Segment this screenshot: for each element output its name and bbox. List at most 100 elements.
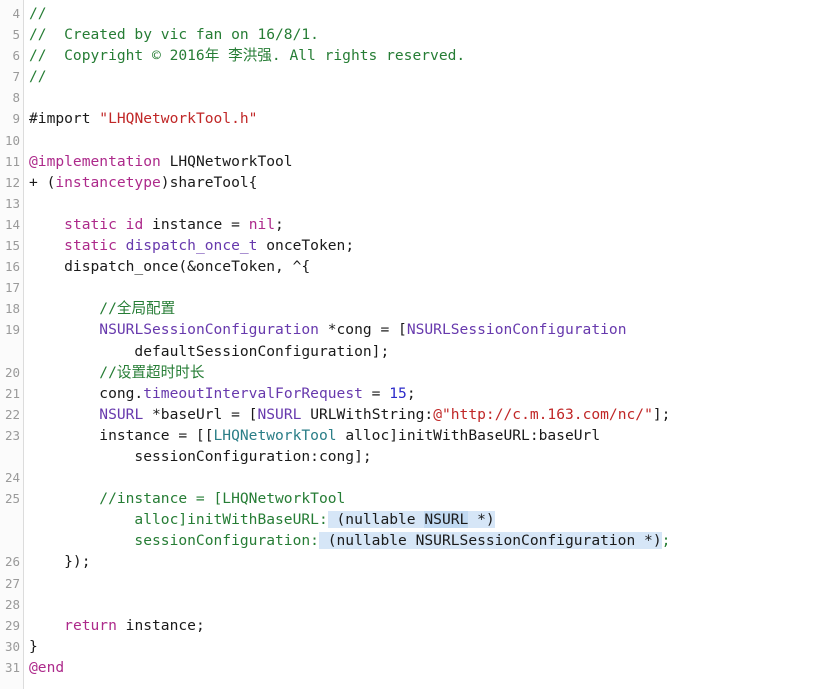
code-token-plain: *baseUrl = [: [143, 405, 258, 423]
code-token-comment: // Created by vic fan on 16/8/1.: [29, 26, 319, 44]
code-line[interactable]: NSURL *baseUrl = [NSURL URLWithString:@"…: [29, 404, 820, 425]
code-line[interactable]: #import "LHQNetworkTool.h": [29, 108, 820, 129]
code-token-plain: *cong = [: [318, 321, 407, 339]
code-token-plain: defaultSessionConfiguration];: [29, 342, 390, 360]
code-token-plain: instance;: [116, 616, 205, 634]
code-token-plain: cong.: [29, 384, 144, 402]
code-token-keyword: static: [64, 237, 117, 255]
code-line[interactable]: //instance = [LHQNetworkTool: [29, 488, 820, 509]
code-token-keyword: nil: [248, 215, 276, 233]
code-token-type: dispatch_once_t: [125, 237, 258, 255]
code-line[interactable]: // Created by vic fan on 16/8/1.: [29, 24, 820, 45]
code-line[interactable]: [29, 594, 820, 615]
code-line[interactable]: [29, 87, 820, 108]
code-token-sel: (nullable: [327, 511, 425, 529]
line-number: 15: [4, 238, 20, 254]
code-editor[interactable]: 4 5 6 7 8 9 10 11 12 13 14 15 16 17 18 19 20 21 22 23 24 25…: [0, 0, 820, 689]
line-number: 24: [4, 470, 20, 486]
code-token-sel: *): [468, 511, 495, 529]
code-token-keyword: instancetype: [55, 173, 161, 191]
code-line[interactable]: @end: [29, 657, 820, 678]
line-number: 10: [4, 132, 20, 148]
code-token-type: NSURL: [99, 405, 144, 423]
code-line[interactable]: dispatch_once(&onceToken, ^{: [29, 256, 820, 277]
code-line-continuation[interactable]: sessionConfiguration:cong];: [29, 446, 820, 467]
code-line[interactable]: //全局配置: [29, 298, 820, 319]
code-token-plain: instance = [[: [29, 426, 214, 444]
code-token-plain: )shareTool{: [160, 173, 258, 191]
code-token-plain: onceToken;: [257, 237, 355, 255]
code-line[interactable]: NSURLSessionConfiguration *cong = [NSURL…: [29, 319, 820, 340]
code-token-type: NSURLSessionConfiguration: [406, 321, 627, 339]
code-line[interactable]: [29, 193, 820, 214]
code-token-plain: URLWithString:: [301, 405, 434, 423]
code-line[interactable]: + (instancetype)shareTool{: [29, 172, 820, 193]
code-token-keyword: @end: [29, 658, 65, 676]
code-token-plain: }: [29, 637, 38, 655]
code-line[interactable]: static dispatch_once_t onceToken;: [29, 235, 820, 256]
code-line[interactable]: //: [29, 3, 820, 24]
line-number: 11: [4, 153, 20, 169]
code-token-comment: //: [29, 5, 47, 22]
code-token-comment: //全局配置: [29, 300, 176, 318]
code-token-keyword: id: [125, 215, 144, 233]
code-token-string: "LHQNetworkTool.h": [99, 110, 258, 128]
code-line-continuation[interactable]: sessionConfiguration: (nullable NSURLSes…: [29, 530, 820, 551]
code-token-keyword: return: [64, 616, 117, 634]
code-line[interactable]: [29, 130, 820, 151]
line-number: 27: [4, 575, 20, 591]
line-number: 19: [4, 322, 20, 338]
code-line[interactable]: instance = [[LHQNetworkTool alloc]initWi…: [29, 425, 820, 446]
code-token-pre: #import: [29, 110, 100, 128]
code-token-comment: alloc]initWithBaseURL:: [29, 511, 328, 529]
code-token-plain: =: [362, 384, 390, 402]
line-number: 17: [4, 280, 20, 296]
line-number: 5: [12, 27, 20, 43]
code-line[interactable]: //设置超时时长: [29, 362, 820, 383]
line-number: 18: [4, 301, 20, 317]
code-line[interactable]: //: [29, 66, 820, 87]
code-token-plain: ;: [406, 384, 416, 402]
line-number: 4: [12, 6, 20, 21]
line-number: 29: [4, 617, 20, 633]
code-line[interactable]: [29, 467, 820, 488]
code-token-comment: ;: [661, 532, 671, 550]
code-line[interactable]: });: [29, 551, 820, 572]
code-line[interactable]: // Copyright © 2016年 李洪强. All rights res…: [29, 45, 820, 66]
code-token-plain: });: [29, 553, 91, 571]
code-token-comment: LHQNetworkTool: [222, 490, 346, 508]
code-token-plain: ;: [275, 215, 284, 233]
code-token-class: LHQNetworkTool: [213, 426, 337, 444]
code-line[interactable]: [29, 573, 820, 594]
code-line[interactable]: static id instance = nil;: [29, 214, 820, 235]
line-number: 7: [12, 69, 20, 85]
code-line[interactable]: return instance;: [29, 615, 820, 636]
line-number: 21: [4, 385, 20, 401]
code-line[interactable]: }: [29, 636, 820, 657]
code-token-plain: alloc]initWithBaseURL:baseUrl: [336, 426, 601, 444]
line-number: 13: [4, 195, 20, 211]
line-number: 31: [4, 659, 20, 675]
line-number: 9: [12, 111, 20, 127]
line-number: 26: [4, 554, 20, 570]
code-line[interactable]: [29, 277, 820, 298]
code-token-prop: timeoutIntervalForRequest: [143, 384, 363, 402]
code-token-type: NSURLSessionConfiguration: [99, 321, 319, 339]
code-line[interactable]: cong.timeoutIntervalForRequest = 15;: [29, 383, 820, 404]
line-number: 12: [4, 174, 20, 190]
code-token-plain: instance =: [143, 215, 249, 233]
line-number: 6: [12, 48, 20, 64]
code-line-continuation[interactable]: defaultSessionConfiguration];: [29, 341, 820, 362]
code-token-comment: //instance = [: [29, 490, 223, 508]
code-line[interactable]: @implementation LHQNetworkTool: [29, 151, 820, 172]
code-line-continuation[interactable]: alloc]initWithBaseURL: (nullable NSURL *…: [29, 509, 820, 530]
code-content-area[interactable]: // // Created by vic fan on 16/8/1. // Cop…: [24, 0, 820, 689]
code-token-plain: dispatch_once(&onceToken, ^{: [29, 258, 311, 276]
